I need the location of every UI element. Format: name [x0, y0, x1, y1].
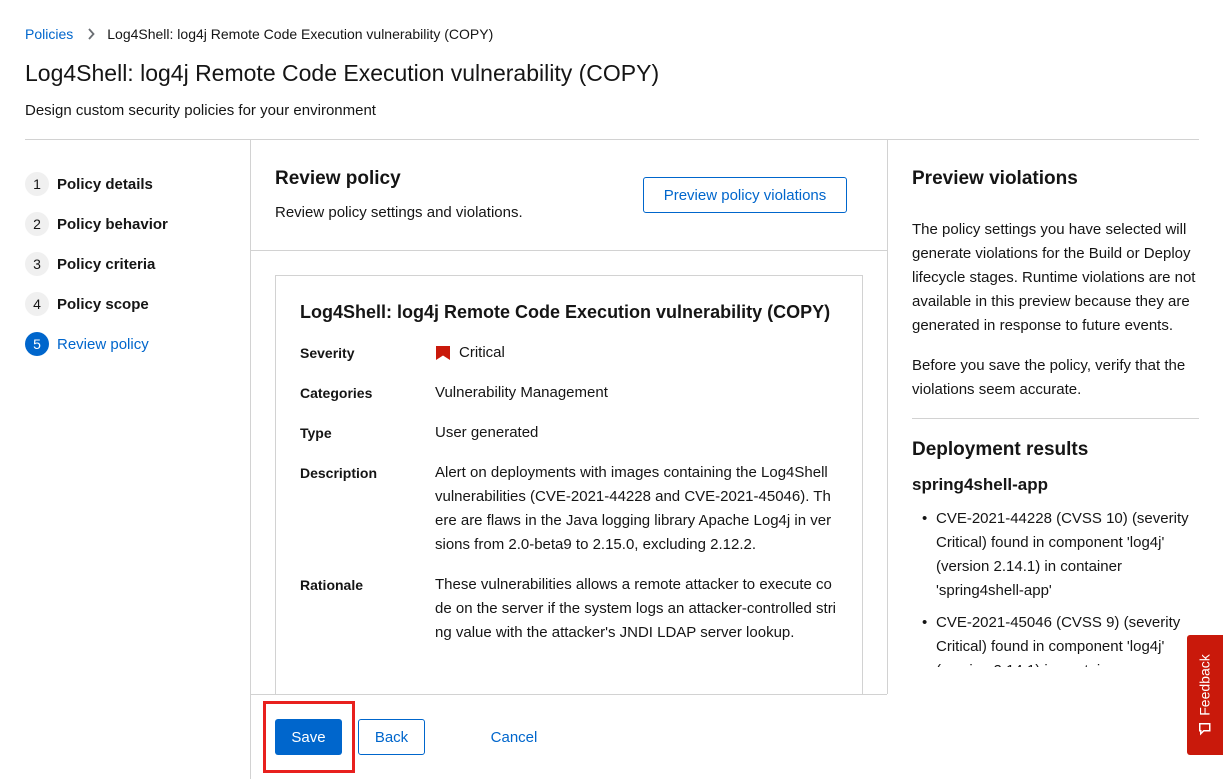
preview-text-lifecycle: The policy settings you have selected wi…	[912, 221, 1196, 334]
feedback-content: Feedback	[1197, 654, 1214, 736]
step-number: 3	[25, 252, 49, 276]
violation-list: CVE-2021-44228 (CVSS 10) (severity Criti…	[912, 507, 1199, 667]
panel-divider	[887, 140, 888, 694]
preview-divider	[912, 418, 1199, 419]
deployment-results-title: Deployment results	[912, 439, 1089, 460]
deployment-name: spring4shell-app	[912, 475, 1049, 494]
breadcrumb: Policies Log4Shell: log4j Remote Code Ex…	[25, 26, 493, 42]
severity-text: Critical	[459, 344, 505, 361]
page-subtitle: Design custom security policies for your…	[25, 102, 376, 119]
categories-value: Vulnerability Management	[435, 384, 608, 401]
back-button[interactable]: Back	[358, 719, 425, 755]
feedback-button[interactable]: Feedback	[1187, 635, 1223, 755]
list-item: CVE-2021-44228 (CVSS 10) (severity Criti…	[912, 507, 1199, 603]
step-number: 4	[25, 292, 49, 316]
cancel-button[interactable]: Cancel	[472, 719, 556, 755]
feedback-label: Feedback	[1197, 654, 1214, 716]
severity-value: Critical	[435, 341, 838, 365]
description-row: Description Alert on deployments with im…	[300, 461, 838, 557]
header-divider	[25, 139, 1199, 140]
review-title: Review policy	[275, 168, 401, 189]
type-row: Type User generated	[300, 421, 838, 445]
step-label: Policy behavior	[57, 215, 168, 233]
categories-label: Categories	[300, 385, 373, 401]
step-label: Policy details	[57, 175, 153, 193]
wizard-nav: 1 Policy details 2 Policy behavior 3 Pol…	[25, 164, 235, 364]
list-item: CVE-2021-45046 (CVSS 9) (severity Critic…	[912, 611, 1199, 667]
step-label: Policy criteria	[57, 255, 156, 273]
wizard-footer	[251, 694, 887, 779]
type-label: Type	[300, 425, 332, 441]
step-number: 5	[25, 332, 49, 356]
wizard-step-policy-criteria[interactable]: 3 Policy criteria	[25, 244, 235, 284]
wizard-step-review-policy[interactable]: 5 Review policy	[25, 324, 235, 364]
categories-row: Categories Vulnerability Management	[300, 381, 838, 405]
step-number: 1	[25, 172, 49, 196]
breadcrumb-link-policies[interactable]: Policies	[25, 26, 73, 42]
wizard-step-policy-behavior[interactable]: 2 Policy behavior	[25, 204, 235, 244]
wizard-step-policy-details[interactable]: 1 Policy details	[25, 164, 235, 204]
rationale-value: These vulnerabilities allows a remote at…	[435, 576, 837, 641]
severity-label: Severity	[300, 345, 355, 361]
save-button[interactable]: Save	[275, 719, 342, 755]
review-divider	[251, 250, 887, 251]
review-description: Review policy settings and violations.	[275, 204, 523, 221]
severity-row: Severity Critical	[300, 341, 838, 365]
type-value: User generated	[435, 424, 539, 441]
rationale-row: Rationale These vulnerabilities allows a…	[300, 573, 838, 645]
step-label: Policy scope	[57, 295, 149, 313]
breadcrumb-current: Log4Shell: log4j Remote Code Execution v…	[107, 26, 494, 42]
preview-violations-panel: Preview violations The policy settings y…	[912, 168, 1199, 667]
page-title: Log4Shell: log4j Remote Code Execution v…	[25, 60, 660, 86]
policy-name: Log4Shell: log4j Remote Code Execution v…	[300, 302, 831, 322]
description-value: Alert on deployments with images contain…	[435, 464, 832, 553]
critical-severity-icon	[435, 345, 451, 361]
step-number: 2	[25, 212, 49, 236]
description-label: Description	[300, 465, 378, 481]
preview-title: Preview violations	[912, 168, 1078, 189]
review-header: Review policy Review policy settings and…	[275, 168, 523, 221]
feedback-icon	[1199, 722, 1211, 736]
step-label: Review policy	[57, 335, 149, 353]
chevron-right-icon	[87, 28, 95, 40]
policy-summary-card: Log4Shell: log4j Remote Code Execution v…	[275, 275, 863, 715]
preview-text-verify: Before you save the policy, verify that …	[912, 357, 1186, 398]
rationale-label: Rationale	[300, 577, 364, 593]
nav-divider	[250, 140, 251, 779]
preview-policy-violations-button[interactable]: Preview policy violations	[643, 177, 847, 213]
wizard-step-policy-scope[interactable]: 4 Policy scope	[25, 284, 235, 324]
